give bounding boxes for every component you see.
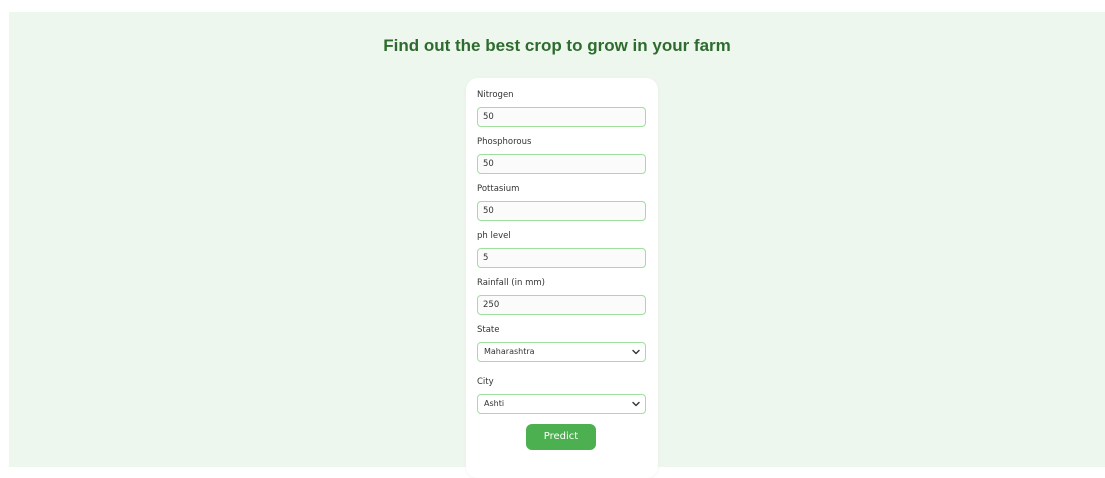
rainfall-label: Rainfall (in mm): [477, 278, 545, 288]
city-selected-value: Ashti: [484, 399, 505, 408]
page-background: Find out the best crop to grow in your f…: [9, 12, 1105, 478]
nitrogen-input[interactable]: 50: [477, 107, 646, 127]
state-label: State: [477, 325, 500, 335]
chevron-down-icon: [632, 401, 640, 407]
chevron-down-icon: [632, 349, 640, 355]
nitrogen-label: Nitrogen: [477, 90, 514, 100]
ph-level-input[interactable]: 5: [477, 248, 646, 268]
phosphorous-input[interactable]: 50: [477, 154, 646, 174]
rainfall-input[interactable]: 250: [477, 295, 646, 315]
city-select[interactable]: Ashti: [477, 394, 646, 414]
state-selected-value: Maharashtra: [484, 347, 535, 356]
pottasium-label: Pottasium: [477, 184, 520, 194]
city-label: City: [477, 377, 494, 387]
pottasium-input[interactable]: 50: [477, 201, 646, 221]
phosphorous-label: Phosphorous: [477, 137, 532, 147]
crop-form-card: Nitrogen 50 Phosphorous 50 Pottasium 50 …: [466, 78, 658, 478]
page-title: Find out the best crop to grow in your f…: [383, 36, 731, 55]
state-select[interactable]: Maharashtra: [477, 342, 646, 362]
ph-level-label: ph level: [477, 231, 511, 241]
predict-button[interactable]: Predict: [526, 424, 596, 450]
